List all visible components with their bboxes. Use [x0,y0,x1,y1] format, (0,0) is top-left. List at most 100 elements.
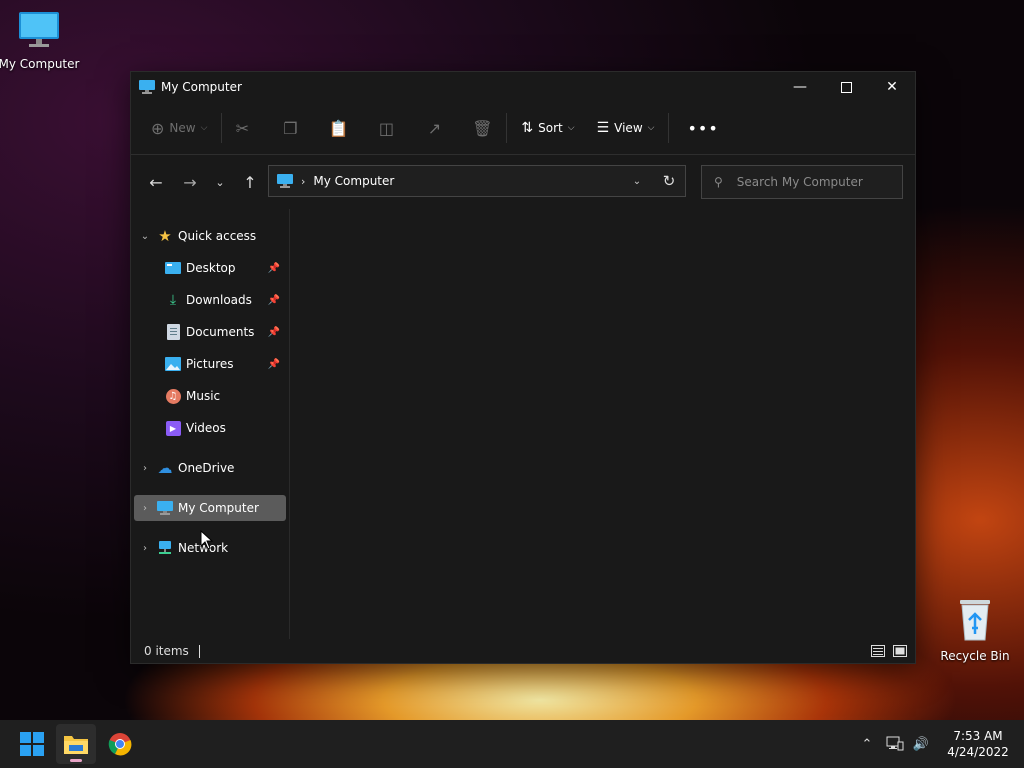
sidebar-item-my-computer[interactable]: › My Computer [134,495,286,521]
sort-button[interactable]: ⇅ Sort ⌵ [513,112,582,144]
more-options-button[interactable]: ••• [679,112,726,144]
clipboard-icon: 📋 [328,118,349,138]
chevron-down-icon: ⌵ [200,123,208,133]
rename-button[interactable]: ◫ [372,114,400,142]
arrow-right-icon: → [183,172,197,192]
active-indicator [70,759,82,762]
chevron-down-icon: ⌵ [567,123,575,133]
cut-button[interactable]: ✂ [228,114,256,142]
sidebar-item-downloads[interactable]: ⤓ Downloads 📌 [134,287,286,313]
new-label: New [169,121,196,135]
chevron-right-icon: › [143,462,147,474]
pin-icon[interactable]: 📌 [268,359,280,370]
pin-icon[interactable]: 📌 [268,263,280,274]
speaker-icon: 🔊 [912,736,930,752]
view-list-icon: ☰ [596,120,610,136]
minimize-button[interactable]: — [777,72,823,102]
toolbar-divider [668,113,670,143]
toolbar-divider [221,113,223,143]
show-hidden-icons-button[interactable]: ⌃ [854,737,880,752]
sidebar-item-label: Downloads [186,293,252,307]
pin-icon[interactable]: 📌 [268,295,280,306]
sidebar-item-pictures[interactable]: Pictures 📌 [134,351,286,377]
more-dots-icon: ••• [687,118,719,138]
sidebar-item-label: Desktop [186,261,236,275]
desktop-icon-my-computer[interactable]: My Computer [0,10,82,71]
search-icon: ⚲ [714,175,723,189]
taskbar: ⌃ 🔊 7:53 AM 4/24/2022 [0,720,1024,768]
maximize-icon [840,81,852,93]
large-icons-view-icon [893,645,907,657]
sidebar-item-label: My Computer [178,501,259,515]
scissors-icon: ✂ [235,118,250,138]
sidebar-item-music[interactable]: ♫ Music [134,383,286,409]
chevron-down-icon: ⌄ [215,175,225,189]
sidebar-item-label: Videos [186,421,226,435]
monitor-icon [277,174,293,188]
network-status-button[interactable] [882,736,908,752]
maximize-button[interactable] [823,72,869,102]
search-input[interactable] [734,174,889,190]
copy-icon: ❐ [283,118,298,138]
taskbar-chrome[interactable] [100,724,140,764]
pictures-icon [164,356,182,372]
network-ethernet-icon [886,736,904,751]
pin-icon[interactable]: 📌 [268,327,280,338]
sidebar-item-onedrive[interactable]: › ☁ OneDrive [134,455,286,481]
mouse-cursor-icon [200,530,214,550]
taskbar-clock[interactable]: 7:53 AM 4/24/2022 [938,728,1018,760]
system-tray: ⌃ 🔊 7:53 AM 4/24/2022 [854,728,1024,760]
paste-button[interactable]: 📋 [324,114,352,142]
command-bar: ⊕ New ⌵ ✂ ❐ 📋 ◫ ↗ 🗑 ⇅ Sort ⌵ ☰ View ⌵ ••… [131,102,915,155]
item-count: 0 items [144,644,189,658]
sidebar-item-label: Pictures [186,357,234,371]
details-view-button[interactable] [869,643,887,659]
volume-button[interactable]: 🔊 [908,737,934,752]
arrow-up-icon: ↑ [243,172,257,192]
search-box[interactable]: ⚲ [701,165,903,199]
address-history-dropdown[interactable]: ⌄ [621,176,653,187]
sidebar-item-videos[interactable]: ▶ Videos [134,415,286,441]
monitor-icon [19,12,59,47]
desktop-icon-label: My Computer [0,57,80,71]
taskbar-file-explorer[interactable] [56,724,96,764]
sidebar-item-desktop[interactable]: Desktop 📌 [134,255,286,281]
up-button[interactable]: ↑ [235,167,265,197]
chevron-down-icon: ⌵ [647,123,655,133]
sort-icon: ⇅ [521,120,534,136]
close-button[interactable]: ✕ [869,72,915,102]
clock-time: 7:53 AM [953,729,1003,743]
refresh-button[interactable]: ↻ [653,172,685,190]
cloud-icon: ☁ [157,459,173,477]
sidebar-item-label: OneDrive [178,461,235,475]
back-button[interactable]: ← [141,167,171,197]
share-button[interactable]: ↗ [420,114,448,142]
monitor-icon [156,500,174,516]
delete-button[interactable]: 🗑 [468,114,496,142]
share-icon: ↗ [427,118,442,138]
copy-button[interactable]: ❐ [276,114,304,142]
close-icon: ✕ [886,79,898,95]
chevron-up-icon: ⌃ [861,736,873,752]
recent-locations-button[interactable]: ⌄ [205,167,235,197]
sidebar-item-label: Documents [186,325,255,339]
music-icon: ♫ [164,388,182,404]
plus-circle-icon: ⊕ [151,118,165,138]
navigation-pane: ⌄ ★ Quick access Desktop 📌 ⤓ Downloads 📌… [131,209,290,639]
large-icons-view-button[interactable] [891,643,909,659]
address-bar[interactable]: › My Computer ⌄ ↻ [268,165,686,197]
view-button[interactable]: ☰ View ⌵ [589,112,663,144]
sidebar-item-quick-access[interactable]: ⌄ ★ Quick access [134,223,286,249]
sidebar-item-label: Quick access [178,229,257,243]
title-bar[interactable]: My Computer — ✕ [131,72,915,102]
sidebar-item-documents[interactable]: Documents 📌 [134,319,286,345]
desktop-icon-recycle-bin[interactable]: Recycle Bin [932,598,1018,663]
new-button[interactable]: ⊕ New ⌵ [143,112,215,144]
address-path[interactable]: My Computer [313,174,394,188]
forward-button[interactable]: → [175,167,205,197]
minimize-icon: — [793,79,807,95]
refresh-icon: ↻ [662,172,676,190]
recycle-bin-icon [960,600,990,641]
start-button[interactable] [12,724,52,764]
status-bar: 0 items [131,639,915,663]
